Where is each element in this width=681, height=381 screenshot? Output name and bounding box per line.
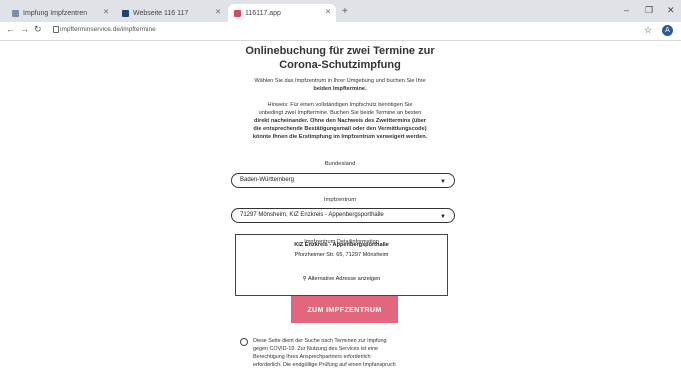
browser-tab-2[interactable]: Webseite 116 117 ✕ — [116, 4, 226, 22]
reload-icon[interactable]: ↻ — [34, 24, 42, 35]
state-label: Bundesland — [324, 161, 356, 167]
state-select-value: Baden-Württemberg — [240, 177, 295, 183]
browser-tab-bar: Impfung Impfzentren ✕ Webseite 116 117 ✕… — [0, 0, 681, 22]
lock-icon — [53, 26, 59, 33]
to-vaccination-center-button[interactable]: ZUM IMPFZENTRUM — [291, 296, 398, 323]
map-link[interactable]: ⚲ Alternative Adresse anzeigen — [236, 275, 447, 283]
center-name: KIZ Enzkreis - Appenbergsporthalle — [294, 242, 389, 248]
chevron-down-icon: ▼ — [440, 179, 446, 185]
profile-avatar[interactable]: A — [662, 25, 673, 36]
new-tab-icon[interactable]: + — [342, 6, 348, 17]
address-bar: ← → ↻ impfterminservice.de/impftermine ☆… — [0, 22, 681, 41]
tab-label: 116117.app — [245, 9, 281, 17]
close-icon[interactable]: ✕ — [215, 8, 221, 16]
maximize-icon[interactable]: ❐ — [645, 5, 653, 16]
back-arrow-icon[interactable]: ← — [6, 24, 15, 34]
consent-radio[interactable] — [240, 338, 248, 346]
bookmark-star-icon[interactable]: ☆ — [644, 25, 652, 36]
close-icon[interactable]: ✕ — [325, 8, 331, 16]
tab-label: Webseite 116 117 — [133, 9, 189, 17]
browser-tab-1[interactable]: Impfung Impfzentren ✕ — [6, 4, 114, 22]
page-title: Onlinebuchung für zwei Termine zur Coron… — [245, 45, 435, 71]
hint-text: Hinweis: Für einen vollständigen Impfsch… — [252, 102, 428, 140]
tab-favicon-icon — [122, 9, 129, 17]
page-content: Onlinebuchung für zwei Termine zur Coron… — [0, 41, 681, 381]
map-pin-icon: ⚲ — [302, 276, 307, 282]
center-info-box: Impfzentrum Detailinformation KIZ Enzkre… — [235, 234, 448, 296]
center-select-value: 71297 Mönsheim, KIZ Enzkreis - Appenberg… — [240, 212, 384, 218]
browser-tab-active[interactable]: 116117.app ✕ — [228, 4, 336, 22]
chevron-down-icon: ▼ — [440, 214, 446, 220]
center-label: Impfzentrum — [323, 197, 357, 203]
close-icon[interactable]: ✕ — [103, 8, 109, 16]
forward-arrow-icon[interactable]: → — [20, 24, 29, 34]
center-address: Pforzheimer Str. 65, 71297 Mönsheim — [294, 252, 389, 258]
tab-label: Impfung Impfzentren — [23, 9, 88, 17]
minimize-icon[interactable]: – — [624, 5, 629, 15]
tab-favicon-icon — [234, 9, 241, 17]
center-select[interactable]: 71297 Mönsheim, KIZ Enzkreis - Appenberg… — [231, 208, 455, 223]
state-select[interactable]: Baden-Württemberg ▼ — [231, 173, 455, 188]
url-field[interactable]: impfterminservice.de/impftermine — [60, 26, 156, 33]
disclaimer-text: Diese Seite dient der Suche nach Termine… — [253, 338, 396, 368]
window-close-icon[interactable]: ✕ — [667, 5, 675, 16]
tab-favicon-icon — [12, 9, 19, 17]
intro-text: Wählen Sie das Impfzentrum in Ihrer Umge… — [254, 78, 426, 92]
